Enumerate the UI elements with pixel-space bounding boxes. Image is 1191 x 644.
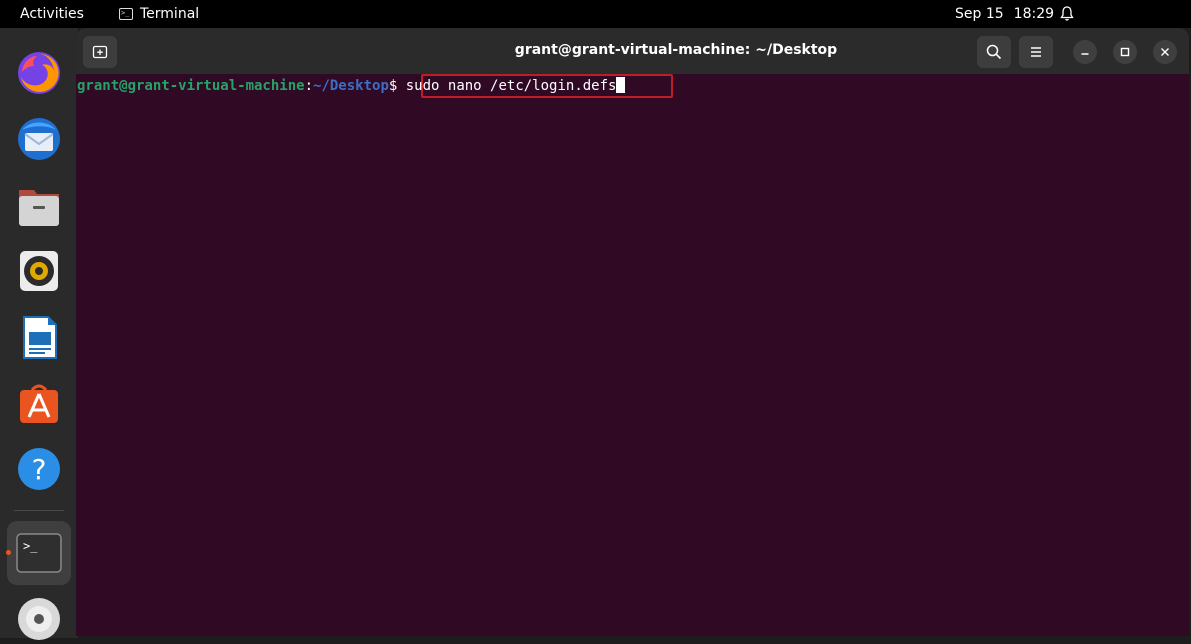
terminal-area[interactable]: grant@grant-virtual-machine:~/Desktop$ s… [76,74,1189,636]
prompt-path: ~/Desktop [313,78,389,94]
maximize-icon [1120,47,1130,57]
files-icon[interactable] [14,180,64,230]
prompt-user: grant@grant-virtual-machine [77,78,305,94]
bell-icon[interactable] [1059,5,1075,26]
search-icon [986,44,1002,60]
dock-separator [14,510,64,511]
terminal-window: grant@grant-virtual-machine: ~/Desktop g… [76,28,1189,636]
writer-icon[interactable] [14,312,64,362]
app-name: Terminal [140,6,200,22]
rhythmbox-icon[interactable] [14,246,64,296]
firefox-icon[interactable] [14,48,64,98]
maximize-button[interactable] [1113,40,1137,64]
terminal-icon: >_ [119,8,133,20]
clock-date: Sep 15 [955,6,1004,22]
terminal-glyph: >_ [23,539,38,553]
hamburger-icon [1031,47,1041,57]
top-bar: Activities >_ Terminal Sep 15 18:29 [0,0,1191,28]
close-icon [1161,48,1169,56]
dock: ? >_ [0,28,78,640]
minimize-icon [1081,53,1089,55]
clock[interactable]: Sep 15 18:29 [955,6,1054,22]
prompt-symbol: $ [388,78,398,94]
thunderbird-icon[interactable] [14,114,64,164]
clock-time: 18:29 [1013,6,1055,22]
command-text: sudo nano /etc/login.defs [405,78,617,94]
title-bar[interactable]: grant@grant-virtual-machine: ~/Desktop [76,28,1189,74]
prompt-line: grant@grant-virtual-machine:~/Desktop$ s… [77,77,626,95]
close-button[interactable] [1153,40,1177,64]
disc-icon[interactable] [14,594,64,644]
text-cursor [616,77,626,93]
app-menu[interactable]: >_ Terminal [119,6,199,22]
running-indicator [6,550,11,555]
search-button[interactable] [977,36,1011,68]
menu-button[interactable] [1019,36,1053,68]
prompt-separator: : [304,78,314,94]
software-icon[interactable] [14,378,64,428]
help-icon[interactable]: ? [14,444,64,494]
activities-button[interactable]: Activities [20,6,84,22]
help-glyph: ? [32,453,47,486]
terminal-icon[interactable]: >_ [14,528,64,578]
minimize-button[interactable] [1073,40,1097,64]
